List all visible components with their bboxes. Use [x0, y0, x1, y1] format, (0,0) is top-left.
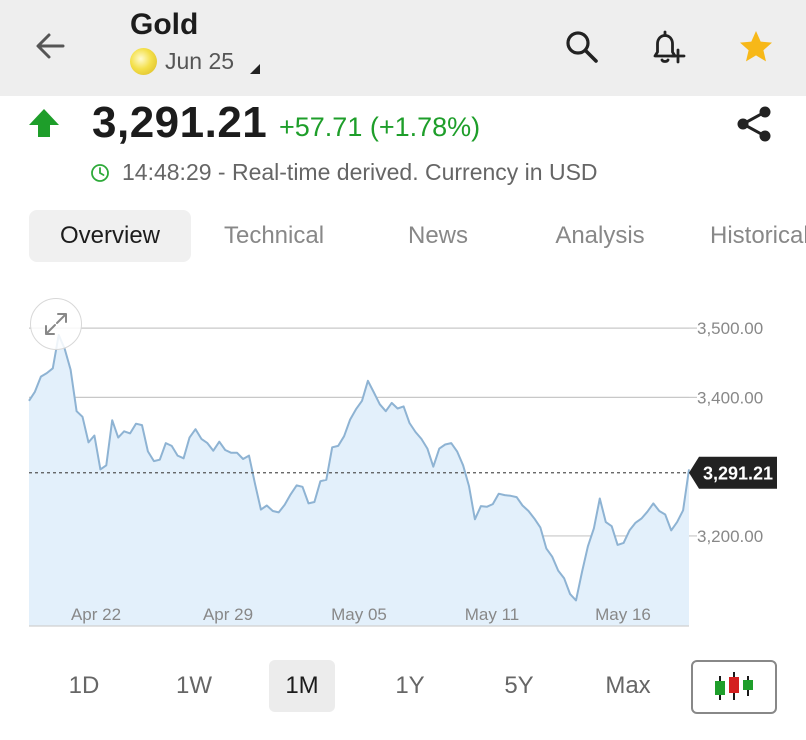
expand-icon: [45, 313, 67, 335]
x-tick-label: Apr 29: [203, 605, 253, 624]
x-tick-label: May 16: [595, 605, 651, 624]
contract-selector[interactable]: Jun 25: [130, 48, 261, 75]
y-tick-label: 3,400.00: [697, 388, 763, 407]
contract-label: Jun 25: [165, 48, 235, 74]
price-chart[interactable]: 3,500.00 3,400.00 3,200.00 3,291.21 Apr 22 Ap…: [0, 290, 806, 640]
range-max[interactable]: Max: [590, 660, 666, 712]
search-icon: [566, 31, 598, 63]
range-1w[interactable]: 1W: [157, 660, 231, 712]
tab-analysis[interactable]: Analysis: [519, 210, 681, 262]
chart-type-button[interactable]: [691, 660, 777, 714]
tab-news[interactable]: News: [357, 210, 519, 262]
tab-technical[interactable]: Technical: [193, 210, 355, 262]
candlestick-icon: [715, 672, 753, 700]
x-tick-label: May 05: [331, 605, 387, 624]
range-5y[interactable]: 5Y: [482, 660, 556, 712]
time-range-bar: 1D 1W 1M 1Y 5Y Max: [0, 658, 806, 714]
star-icon: [740, 31, 772, 62]
y-tick-label: 3,200.00: [697, 527, 763, 546]
watchlist-star-button[interactable]: [733, 24, 779, 70]
add-alert-bell-icon: [653, 30, 686, 64]
gold-coin-icon: [130, 48, 157, 75]
add-alert-button[interactable]: [644, 24, 690, 70]
last-price: 3,291.21: [92, 98, 268, 147]
quote-meta-text: 14:48:29 - Real-time derived. Currency i…: [122, 159, 598, 185]
clock-icon: [91, 163, 109, 182]
search-button[interactable]: [559, 24, 605, 70]
share-button[interactable]: [734, 104, 774, 149]
range-1m[interactable]: 1M: [269, 660, 335, 712]
x-tick-label: Apr 22: [71, 605, 121, 624]
instrument-title: Gold: [130, 8, 199, 41]
share-icon: [737, 106, 771, 142]
x-tick-label: May 11: [465, 605, 520, 624]
quote-meta: 14:48:29 - Real-time derived. Currency i…: [90, 159, 598, 186]
tab-bar: Overview Technical News Analysis Histori…: [0, 210, 806, 262]
price-change: +57.71 (+1.78%): [279, 112, 481, 142]
tab-overview[interactable]: Overview: [29, 210, 191, 262]
expand-chart-button[interactable]: [30, 298, 82, 350]
top-bar: Gold Jun 25: [0, 0, 806, 96]
up-arrow-icon: [29, 109, 59, 137]
back-arrow-icon: [36, 33, 65, 59]
caret-down-icon: [250, 63, 261, 74]
y-tick-label: 3,500.00: [697, 319, 763, 338]
range-1y[interactable]: 1Y: [373, 660, 447, 712]
tab-historical[interactable]: Historical: [700, 210, 806, 262]
back-button[interactable]: [30, 26, 70, 66]
price-area: [29, 335, 689, 626]
price-row: 3,291.21 +57.71 (+1.78%): [0, 96, 806, 156]
current-price-label: 3,291.21: [703, 464, 773, 484]
range-1d[interactable]: 1D: [47, 660, 121, 712]
